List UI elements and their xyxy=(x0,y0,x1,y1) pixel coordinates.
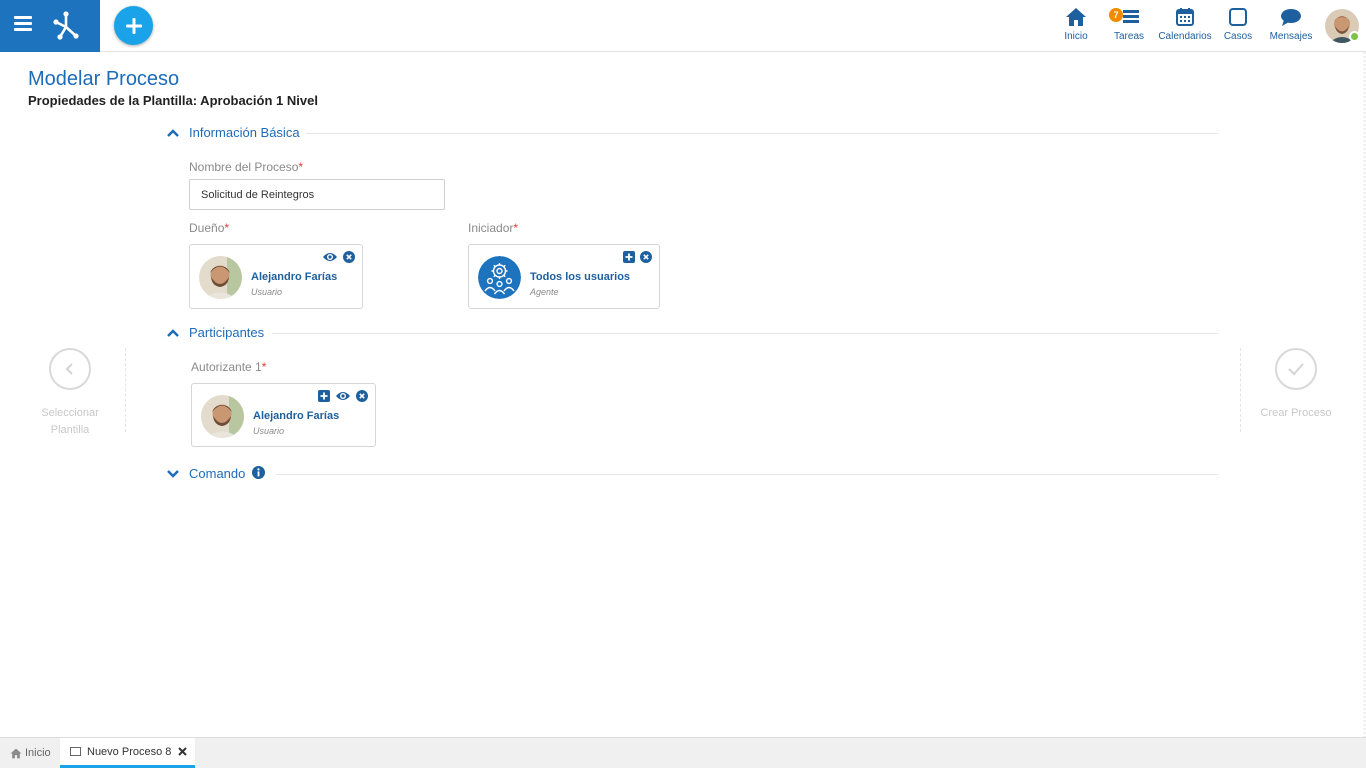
prev-circle xyxy=(49,348,91,390)
close-circle-icon[interactable] xyxy=(640,251,652,263)
owner-type: Usuario xyxy=(251,287,283,297)
create-process-label: Crear Proceso xyxy=(1260,407,1332,419)
home-icon xyxy=(10,748,22,758)
close-circle-icon[interactable] xyxy=(343,251,355,263)
logo-icon[interactable] xyxy=(50,10,82,42)
create-circle xyxy=(1275,348,1317,390)
add-button[interactable] xyxy=(114,6,153,45)
tasks-badge: 7 xyxy=(1109,8,1123,22)
section-participants[interactable]: Participantes xyxy=(166,323,1218,343)
hamburger-menu-icon[interactable] xyxy=(14,16,32,32)
owner-card-actions xyxy=(322,251,355,263)
section-divider xyxy=(306,133,1218,134)
approver-type: Usuario xyxy=(253,426,285,436)
owner-label: Dueño* xyxy=(189,221,230,235)
approver-card: Alejandro Farías Usuario xyxy=(191,383,376,447)
window-icon xyxy=(70,747,81,756)
tab-bar: Inicio Nuevo Proceso 8 xyxy=(0,737,1366,768)
plus-square-icon[interactable] xyxy=(623,251,635,263)
initiator-label: Iniciador* xyxy=(468,221,519,235)
home-icon xyxy=(1066,8,1086,26)
nav-calendars[interactable]: Calendarios xyxy=(1157,7,1213,47)
approver-card-actions xyxy=(318,390,368,402)
agent-avatar xyxy=(478,256,521,299)
page-title: Modelar Proceso xyxy=(28,68,180,90)
eye-icon[interactable] xyxy=(335,390,351,402)
chevron-up-icon[interactable] xyxy=(166,126,180,140)
logo-block xyxy=(0,0,100,52)
plus-square-icon[interactable] xyxy=(318,390,330,402)
info-icon[interactable] xyxy=(252,466,265,479)
nav-tasks[interactable]: 7 Tareas xyxy=(1109,7,1146,47)
chat-bubble-icon xyxy=(1281,9,1301,26)
nav-home-label: Inicio xyxy=(1064,31,1088,42)
section-basic-info[interactable]: Información Básica xyxy=(166,123,1218,143)
page-subtitle: Propiedades de la Plantilla: Aprobación … xyxy=(28,93,318,108)
nav-messages-label: Mensajes xyxy=(1269,31,1313,42)
nav-cases-label: Casos xyxy=(1223,31,1253,42)
nav-home[interactable]: Inicio xyxy=(1060,7,1092,47)
close-tab-icon[interactable] xyxy=(178,747,188,756)
right-separator xyxy=(1240,348,1241,432)
initiator-card-actions xyxy=(623,251,652,263)
create-process-button[interactable]: Crear Proceso xyxy=(1254,348,1338,422)
close-circle-icon[interactable] xyxy=(356,390,368,402)
initiator-type: Agente xyxy=(530,287,559,297)
check-icon xyxy=(1288,363,1304,376)
nav-messages[interactable]: Mensajes xyxy=(1268,7,1314,47)
tab-new-process[interactable]: Nuevo Proceso 8 xyxy=(60,738,195,768)
process-name-label: Nombre del Proceso* xyxy=(189,160,304,174)
process-name-input[interactable] xyxy=(189,179,445,210)
cases-icon xyxy=(1229,8,1247,26)
approver-label: Autorizante 1* xyxy=(191,360,267,374)
section-command[interactable]: Comando xyxy=(166,464,1218,484)
initiator-card: Todos los usuarios Agente xyxy=(468,244,660,309)
agent-group-icon xyxy=(478,256,521,299)
section-command-title: Comando xyxy=(189,466,246,481)
nav-tasks-label: Tareas xyxy=(1113,31,1144,42)
approver-name[interactable]: Alejandro Farías xyxy=(253,410,339,422)
nav-calendars-label: Calendarios xyxy=(1158,31,1212,42)
chevron-left-icon xyxy=(65,363,73,375)
section-participants-title: Participantes xyxy=(189,325,265,340)
owner-name[interactable]: Alejandro Farías xyxy=(251,271,337,283)
tab-new-process-label: Nuevo Proceso 8 xyxy=(87,745,172,758)
owner-card: Alejandro Farías Usuario xyxy=(189,244,363,309)
tab-home-label: Inicio xyxy=(25,747,51,759)
online-status-dot xyxy=(1349,31,1360,42)
eye-icon[interactable] xyxy=(322,251,338,263)
left-separator xyxy=(125,348,126,432)
chevron-up-icon[interactable] xyxy=(166,326,180,340)
section-divider xyxy=(276,474,1218,475)
plus-icon xyxy=(125,17,142,34)
initiator-name[interactable]: Todos los usuarios xyxy=(530,271,630,283)
nav-cases[interactable]: Casos xyxy=(1222,7,1254,47)
calendar-icon xyxy=(1176,8,1194,26)
section-basic-info-title: Información Básica xyxy=(189,125,300,140)
owner-avatar xyxy=(199,256,242,299)
tab-home[interactable]: Inicio xyxy=(0,738,59,768)
top-bar: Inicio 7 Tareas Calendarios Casos Mensaj… xyxy=(0,0,1366,52)
prev-step-button[interactable]: Seleccionar Plantilla xyxy=(30,348,110,439)
approver-avatar xyxy=(201,395,244,438)
section-divider xyxy=(272,333,1218,334)
chevron-down-icon[interactable] xyxy=(166,467,180,481)
prev-step-label: Seleccionar Plantilla xyxy=(41,407,99,436)
